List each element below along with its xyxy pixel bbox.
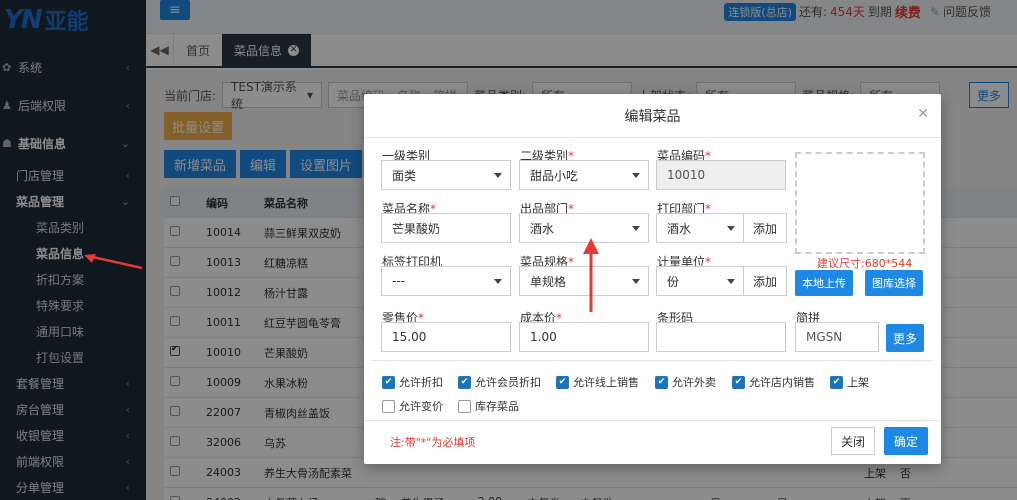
confirm-button[interactable]: 确定 [884,427,928,455]
edit-dish-dialog: 编辑菜品 ✕ 一级类别 面类 二级类别* 甜品小吃 菜品编码* 10010 菜品… [364,94,941,464]
dish-name-input[interactable]: 芒果酸奶 [381,213,511,243]
option-checkbox[interactable]: 允许线上销售 [556,374,639,390]
pinyin-input[interactable]: MGSN [795,322,879,352]
divider [372,360,933,361]
required-note: 注:带"*"为必填项 [390,436,476,449]
close-icon[interactable]: ✕ [917,106,929,122]
dialog-title: 编辑菜品 [624,108,681,125]
divider [364,420,941,421]
dish-name-value: 芒果酸奶 [392,221,441,236]
option-label: 上架 [847,376,869,389]
label-printer-value: --- [392,274,405,288]
option-checkbox[interactable]: 允许变价 [382,398,443,414]
unit-select[interactable]: 份 [656,266,744,296]
checkbox[interactable] [382,399,395,413]
option-label: 允许折扣 [399,376,443,389]
dish-code-field: 10010 [656,160,786,190]
barcode-input[interactable] [656,322,786,352]
option-label: 允许线上销售 [573,376,639,389]
dish-image-placeholder[interactable] [795,152,925,254]
checkbox[interactable] [382,375,395,389]
image-size-hint: 建议尺寸:680*544 [817,257,913,270]
l2-category-select[interactable]: 甜品小吃 [519,160,649,190]
option-checkbox[interactable]: 上架 [830,374,869,390]
retail-price-input[interactable]: 15.00 [381,322,511,352]
l1-category-select[interactable]: 面类 [381,160,511,190]
pinyin-value: MGSN [806,330,843,344]
checkbox[interactable] [655,375,668,389]
dish-spec-value: 单规格 [530,274,567,289]
option-label: 库存菜品 [475,400,519,413]
cost-price-value: 1.00 [530,330,557,344]
output-dept-value: 酒水 [530,221,555,236]
option-checkbox[interactable]: 库存菜品 [458,398,519,414]
option-label: 允许外卖 [672,376,716,389]
local-upload-button[interactable]: 本地上传 [795,270,853,296]
dish-spec-select[interactable]: 单规格 [519,266,649,296]
retail-price-value: 15.00 [392,330,427,344]
more-button[interactable]: 更多 [886,324,924,352]
add-print-dept-button[interactable]: 添加 [743,213,787,243]
option-label: 允许店内销售 [749,376,815,389]
checkbox[interactable] [732,375,745,389]
checkbox[interactable] [556,375,569,389]
option-label: 允许会员折扣 [475,376,541,389]
print-dept-select[interactable]: 酒水 [656,213,744,243]
option-checkbox[interactable]: 允许店内销售 [732,374,815,390]
option-checkbox[interactable]: 允许外卖 [655,374,716,390]
checkbox[interactable] [830,375,843,389]
option-checkbox[interactable]: 允许折扣 [382,374,443,390]
output-dept-select[interactable]: 酒水 [519,213,649,243]
unit-value: 份 [667,274,680,289]
add-unit-button[interactable]: 添加 [743,266,787,296]
print-dept-value: 酒水 [667,221,692,236]
label-printer-select[interactable]: --- [381,266,511,296]
gallery-select-button[interactable]: 图库选择 [865,270,923,296]
cost-price-input[interactable]: 1.00 [519,322,649,352]
checkbox[interactable] [458,375,471,389]
l2-category-value: 甜品小吃 [530,168,579,183]
option-checkbox[interactable]: 允许会员折扣 [458,374,541,390]
l1-category-value: 面类 [392,168,417,183]
option-label: 允许变价 [399,400,443,413]
dialog-header: 编辑菜品 ✕ [364,94,941,138]
close-button[interactable]: 关闭 [831,427,875,455]
checkbox[interactable] [458,399,471,413]
dish-code-value: 10010 [667,168,706,182]
